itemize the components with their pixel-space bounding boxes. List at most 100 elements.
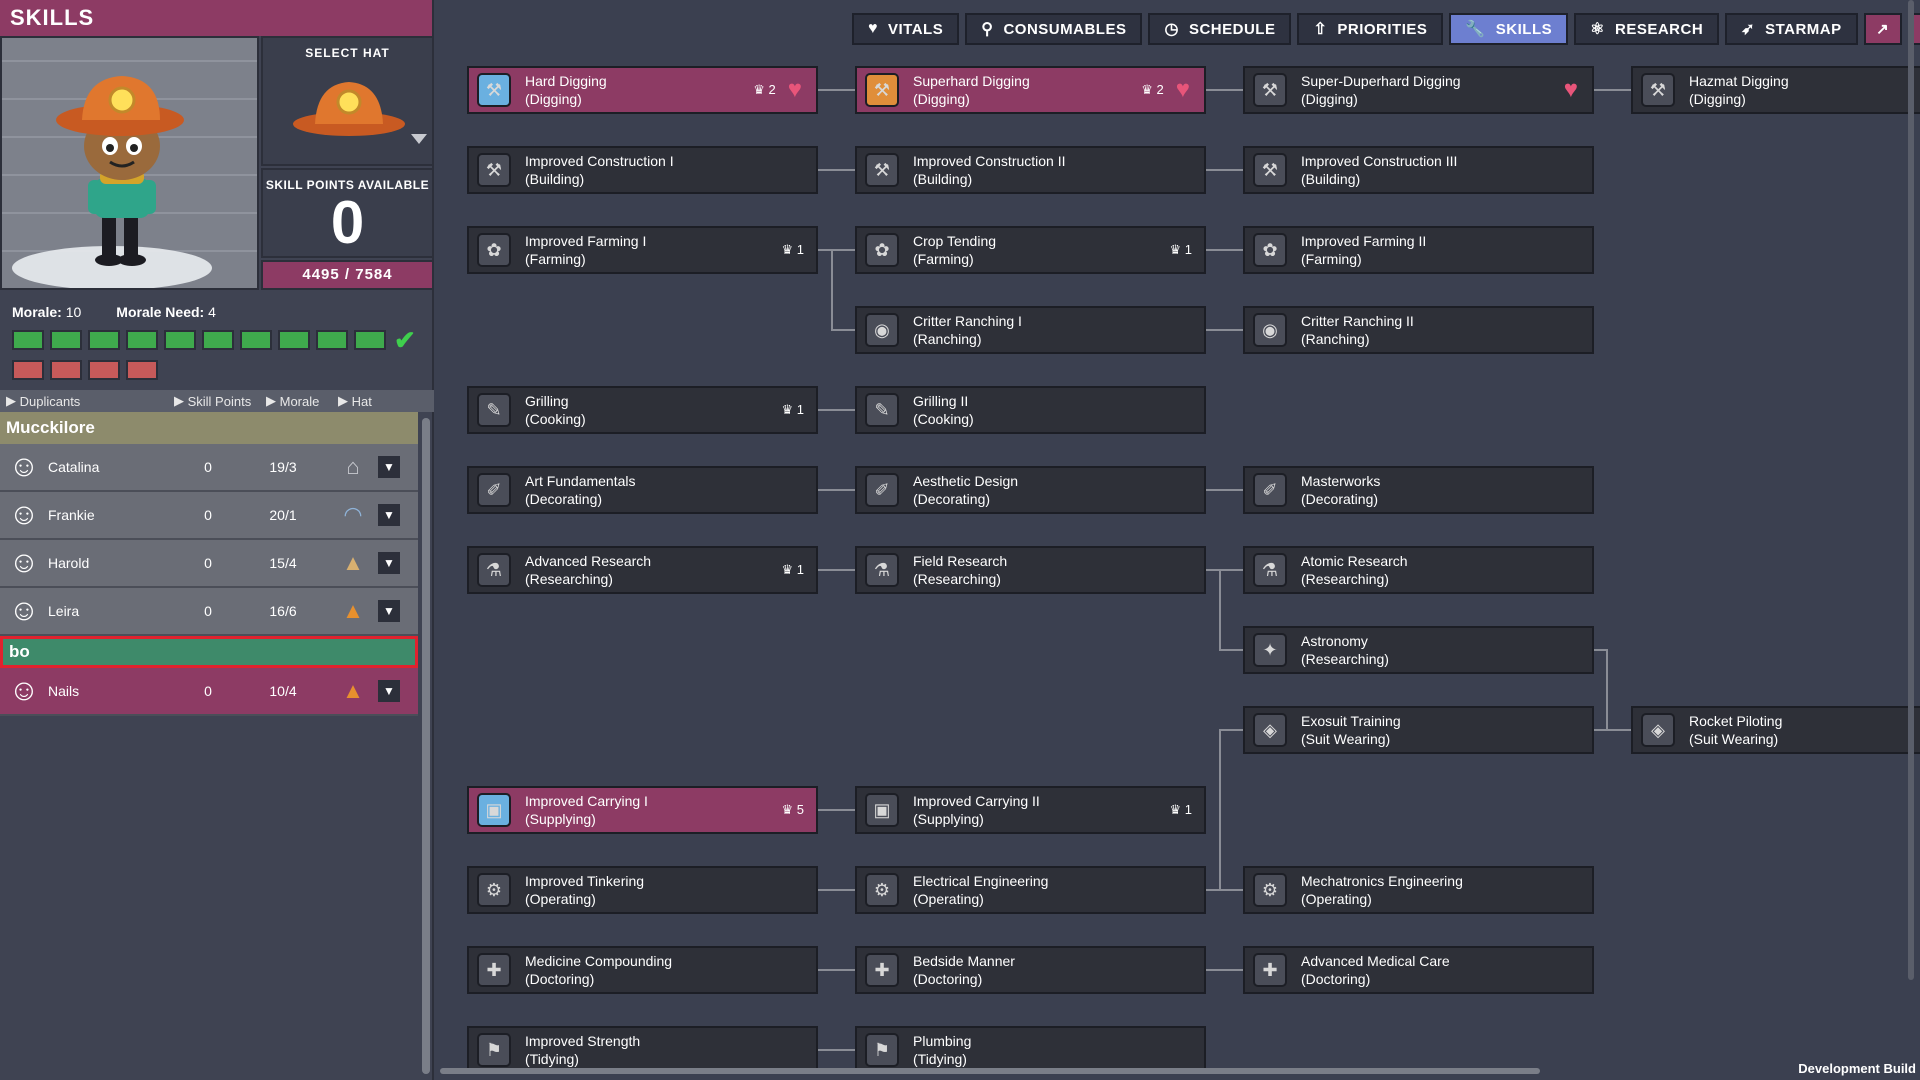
sprout-icon: ✿ — [1253, 233, 1287, 267]
skill-plumbing[interactable]: ⚑ Plumbing (Tidying) — [855, 1026, 1206, 1070]
skill-medicine-compounding[interactable]: ✚ Medicine Compounding (Doctoring) — [467, 946, 818, 994]
checkmark-icon: ✔ — [394, 325, 416, 355]
skill-improved-farming-2[interactable]: ✿ Improved Farming II (Farming) — [1243, 226, 1594, 274]
duplicant-row[interactable]: ☺ Frankie 0 20/1 ◠ ▼ — [0, 492, 418, 540]
report-button[interactable]: ↗ — [1863, 13, 1902, 45]
skill-points-value: 0 — [330, 189, 365, 256]
morale-need-label: Morale Need: — [116, 304, 205, 320]
skill-improved-construction-3[interactable]: ⚒ Improved Construction III (Building) — [1243, 146, 1594, 194]
morale-need-bar — [88, 360, 120, 380]
skill-mechatronics-engineering[interactable]: ⚙ Mechatronics Engineering (Operating) — [1243, 866, 1594, 914]
skill-critter-ranching-1[interactable]: ◉ Critter Ranching I (Ranching) — [855, 306, 1206, 354]
skill-improved-construction-1[interactable]: ⚒ Improved Construction I (Building) — [467, 146, 818, 194]
heart-icon: ♥ — [868, 20, 878, 37]
crate-icon: ▣ — [477, 793, 511, 827]
morale-bar — [240, 330, 272, 350]
morale-bar — [202, 330, 234, 350]
skill-electrical-engineering[interactable]: ⚙ Electrical Engineering (Operating) — [855, 866, 1206, 914]
duplicant-roster: Mucckilore ☺ Catalina 0 19/3 ⌂ ▼ ☺ Frank… — [0, 412, 418, 716]
select-hat-panel[interactable]: SELECT HAT — [261, 36, 434, 166]
skill-aesthetic-design[interactable]: ✐ Aesthetic Design (Decorating) — [855, 466, 1206, 514]
sort-skill-points[interactable]: ▶ Skill Points — [174, 393, 266, 409]
vertical-scrollbar[interactable] — [1908, 0, 1914, 980]
tab-research[interactable]: ⚛ RESEARCH — [1574, 13, 1720, 45]
horizontal-scrollbar[interactable] — [440, 1068, 1540, 1074]
brush-icon: ✐ — [865, 473, 899, 507]
sprout-icon: ✿ — [477, 233, 511, 267]
skill-tree: ⚒ Hard Digging (Digging) ♛ 2 ♥ ⚒ Superhar… — [440, 50, 1920, 1070]
crown-count: ♛ 2 — [1141, 82, 1164, 97]
critter-icon: ◉ — [865, 313, 899, 347]
skill-atomic-research[interactable]: ⚗ Atomic Research (Researching) — [1243, 546, 1594, 594]
pickaxe-icon: ⚒ — [477, 73, 511, 107]
skill-improved-carrying-2[interactable]: ▣ Improved Carrying II (Supplying) ♛ 1 — [855, 786, 1206, 834]
duplicant-portrait — [0, 36, 259, 290]
hat-icon: ▲ — [342, 678, 364, 703]
morale-bar — [126, 330, 158, 350]
skill-superhard-digging[interactable]: ⚒ Superhard Digging (Digging) ♛ 2 ♥ — [855, 66, 1206, 114]
portrait-row: SELECT HAT SKILL POINTS AVAILABLE 0 4495… — [0, 36, 434, 290]
skill-hard-digging[interactable]: ⚒ Hard Digging (Digging) ♛ 2 ♥ — [467, 66, 818, 114]
skill-bedside-manner[interactable]: ✚ Bedside Manner (Doctoring) — [855, 946, 1206, 994]
skill-advanced-research[interactable]: ⚗ Advanced Research (Researching) ♛ 1 — [467, 546, 818, 594]
morale-label: Morale: — [12, 304, 62, 320]
skill-rocket-piloting[interactable]: ◈ Rocket Piloting (Suit Wearing) — [1631, 706, 1920, 754]
skill-crop-tending[interactable]: ✿ Crop Tending (Farming) ♛ 1 — [855, 226, 1206, 274]
hat-dropdown-button[interactable]: ▼ — [378, 552, 400, 574]
morale-bars: ✔ — [12, 325, 422, 355]
skill-super-duperhard-digging[interactable]: ⚒ Super-Duperhard Digging (Digging) ♥ — [1243, 66, 1594, 114]
roster-scrollbar[interactable] — [422, 418, 430, 1074]
hat-dropdown-button[interactable]: ▼ — [378, 600, 400, 622]
skill-improved-construction-2[interactable]: ⚒ Improved Construction II (Building) — [855, 146, 1206, 194]
duplicant-points: 0 — [204, 507, 212, 523]
hat-dropdown-button[interactable]: ▼ — [378, 504, 400, 526]
group-name-input[interactable]: bo — [0, 636, 418, 668]
tab-schedule[interactable]: ◷ SCHEDULE — [1148, 13, 1292, 45]
skill-improved-farming-1[interactable]: ✿ Improved Farming I (Farming) ♛ 1 — [467, 226, 818, 274]
sort-morale[interactable]: ▶ Morale — [266, 393, 338, 409]
skill-advanced-medical-care[interactable]: ✚ Advanced Medical Care (Doctoring) — [1243, 946, 1594, 994]
duplicant-row[interactable]: ☺ Catalina 0 19/3 ⌂ ▼ — [0, 444, 418, 492]
brush-icon: ✐ — [477, 473, 511, 507]
skill-field-research[interactable]: ⚗ Field Research (Researching) — [855, 546, 1206, 594]
skill-improved-tinkering[interactable]: ⚙ Improved Tinkering (Operating) — [467, 866, 818, 914]
tab-skills[interactable]: 🔧 SKILLS — [1449, 13, 1569, 45]
hat-icon — [293, 82, 427, 144]
heart-icon: ♥ — [1563, 76, 1578, 103]
skill-grilling[interactable]: ✎ Grilling (Cooking) ♛ 1 — [467, 386, 818, 434]
tab-priorities[interactable]: ⇧ PRIORITIES — [1297, 13, 1444, 45]
skill-astronomy[interactable]: ✦ Astronomy (Researching) — [1243, 626, 1594, 674]
hat-dropdown-button[interactable]: ▼ — [378, 680, 400, 702]
crown-count: ♛ 5 — [781, 802, 804, 817]
skill-exosuit-training[interactable]: ◈ Exosuit Training (Suit Wearing) — [1243, 706, 1594, 754]
sort-duplicants[interactable]: ▶ Duplicants — [6, 393, 174, 409]
skill-grilling-2[interactable]: ✎ Grilling II (Cooking) — [855, 386, 1206, 434]
duplicant-points: 0 — [204, 459, 212, 475]
duplicant-row[interactable]: ☺ Leira 0 16/6 ▲ ▼ — [0, 588, 418, 636]
duplicant-morale-ratio: 20/1 — [269, 507, 297, 523]
hat-dropdown-button[interactable]: ▼ — [378, 456, 400, 478]
tab-consumables[interactable]: ⚲ CONSUMABLES — [965, 13, 1143, 45]
roster-group-header[interactable]: Mucckilore — [0, 412, 418, 444]
tab-vitals[interactable]: ♥ VITALS — [852, 13, 960, 45]
crown-count: ♛ 1 — [781, 402, 804, 417]
skill-art-fundamentals[interactable]: ✐ Art Fundamentals (Decorating) — [467, 466, 818, 514]
skill-improved-carrying-1[interactable]: ▣ Improved Carrying I (Supplying) ♛ 5 — [467, 786, 818, 834]
select-hat-label: SELECT HAT — [305, 46, 390, 60]
morale-bar — [316, 330, 348, 350]
flask-icon: ⚗ — [477, 553, 511, 587]
skill-improved-strength[interactable]: ⚑ Improved Strength (Tidying) — [467, 1026, 818, 1070]
panel-title: SKILLS — [0, 0, 432, 36]
skill-masterworks[interactable]: ✐ Masterworks (Decorating) — [1243, 466, 1594, 514]
skills-side-panel: SKILLS SELECT HAT SKILL POINTS AVAILABLE… — [0, 0, 434, 1080]
duplicant-row[interactable]: ☺ Harold 0 15/4 ▲ ▼ — [0, 540, 418, 588]
skill-critter-ranching-2[interactable]: ◉ Critter Ranching II (Ranching) — [1243, 306, 1594, 354]
skill-hazmat-digging[interactable]: ⚒ Hazmat Digging (Digging) — [1631, 66, 1920, 114]
development-build-label: Development Build — [1798, 1061, 1916, 1076]
sort-hat[interactable]: ▶ Hat — [338, 393, 372, 409]
tab-starmap[interactable]: ➶ STARMAP — [1725, 13, 1858, 45]
duplicant-row-selected[interactable]: ☺ Nails 0 10/4 ▲ ▼ — [0, 668, 418, 716]
hat-icon: ▲ — [342, 598, 364, 623]
pickaxe-icon: ⚒ — [1641, 73, 1675, 107]
duplicant-morale-ratio: 10/4 — [269, 683, 297, 699]
